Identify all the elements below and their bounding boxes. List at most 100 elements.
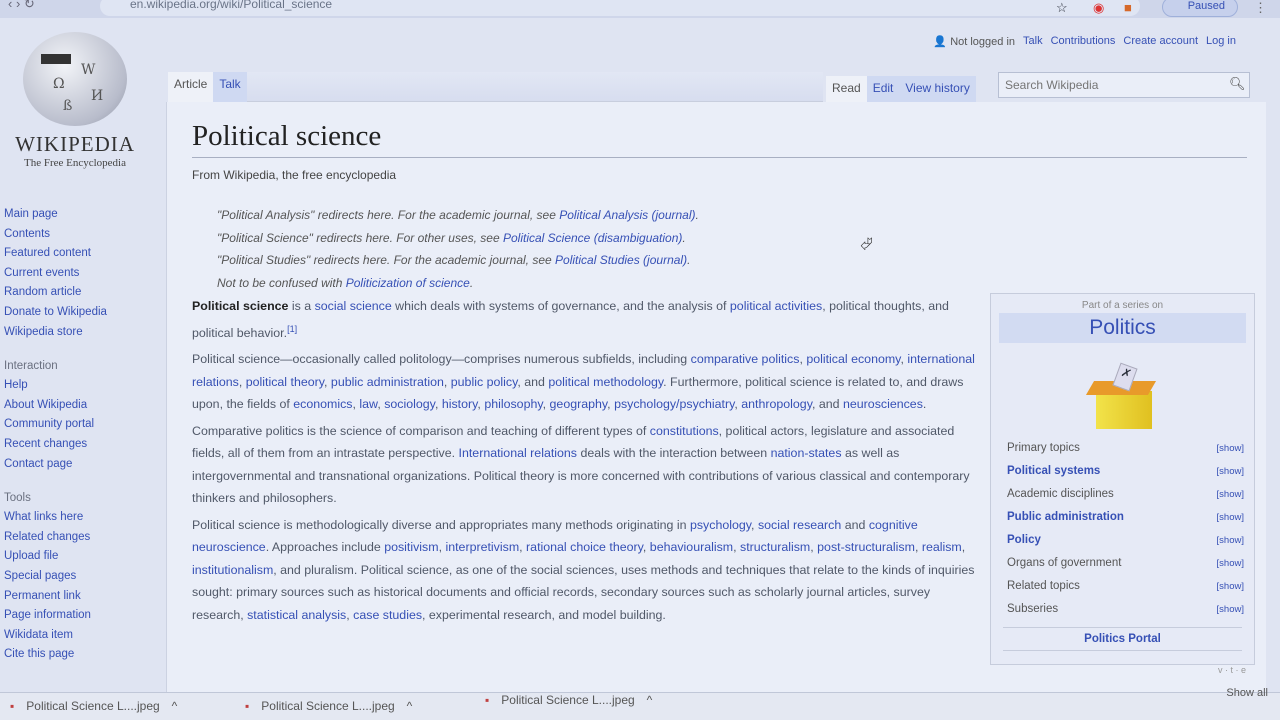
inline-link[interactable]: political theory bbox=[246, 375, 324, 389]
sidebar-item-wikipedia-store[interactable]: Wikipedia store bbox=[4, 323, 164, 343]
vte-links[interactable]: v · t · e bbox=[991, 651, 1254, 675]
sidebar-item-random-article[interactable]: Random article bbox=[4, 283, 164, 303]
sidebar-item-featured-content[interactable]: Featured content bbox=[4, 244, 164, 264]
show-toggle[interactable]: [show] bbox=[1217, 506, 1244, 529]
search-input[interactable] bbox=[998, 72, 1250, 98]
profile-button[interactable]: Paused bbox=[1162, 0, 1238, 17]
inline-link[interactable]: law bbox=[359, 397, 377, 411]
menu-icon[interactable]: ⋮ bbox=[1254, 0, 1267, 16]
chevron-up-icon[interactable]: ^ bbox=[647, 693, 653, 707]
inline-link[interactable]: Political Analysis (journal) bbox=[559, 208, 695, 222]
show-toggle[interactable]: [show] bbox=[1217, 483, 1244, 506]
pinterest-extension-icon[interactable]: ◉ bbox=[1093, 0, 1104, 16]
series-title[interactable]: Politics bbox=[999, 313, 1246, 343]
download-item[interactable]: ▪ Political Science L....jpeg ^ bbox=[245, 699, 412, 713]
sidebar-item-wikidata-item[interactable]: Wikidata item bbox=[4, 626, 164, 646]
chevron-up-icon[interactable]: ^ bbox=[172, 699, 178, 713]
show-toggle[interactable]: [show] bbox=[1217, 460, 1244, 483]
inline-link[interactable]: International relations bbox=[459, 446, 577, 460]
sidebar-item-community-portal[interactable]: Community portal bbox=[4, 415, 164, 435]
inline-link[interactable]: political methodology bbox=[548, 375, 663, 389]
inline-link[interactable]: post-structuralism bbox=[817, 540, 915, 554]
talk-link[interactable]: Talk bbox=[1023, 35, 1043, 48]
inline-link[interactable]: psychology bbox=[690, 518, 751, 532]
inline-link[interactable]: institutionalism bbox=[192, 563, 273, 577]
inline-link[interactable]: political activities bbox=[730, 299, 822, 313]
inline-link[interactable]: history bbox=[442, 397, 478, 411]
infobox-row-policy[interactable]: Policy [show] bbox=[991, 529, 1254, 552]
download-item[interactable]: ▪ Political Science L....jpeg ^ bbox=[485, 693, 652, 707]
contributions-link[interactable]: Contributions bbox=[1051, 35, 1116, 48]
row-label[interactable]: Policy bbox=[1007, 529, 1041, 552]
inline-link[interactable]: rational choice theory bbox=[526, 540, 643, 554]
inline-link[interactable]: statistical analysis bbox=[247, 608, 346, 622]
show-all-downloads-button[interactable]: Show all bbox=[1226, 687, 1268, 699]
show-toggle[interactable]: [show] bbox=[1217, 529, 1244, 552]
sidebar-item-special-pages[interactable]: Special pages bbox=[4, 567, 164, 587]
row-label[interactable]: Public administration bbox=[1007, 506, 1124, 529]
wikipedia-logo[interactable]: ΩWИß WIKIPEDIA The Free Encyclopedia bbox=[10, 32, 140, 169]
inline-link[interactable]: neurosciences bbox=[843, 397, 923, 411]
inline-link[interactable]: geography bbox=[550, 397, 608, 411]
citation-link[interactable]: [1] bbox=[287, 324, 297, 334]
chevron-up-icon[interactable]: ^ bbox=[407, 699, 413, 713]
sidebar-item-help[interactable]: Help bbox=[4, 376, 164, 396]
show-toggle[interactable]: [show] bbox=[1217, 552, 1244, 575]
sidebar-item-upload-file[interactable]: Upload file bbox=[4, 547, 164, 567]
download-item[interactable]: ▪ Political Science L....jpeg ^ bbox=[10, 699, 177, 713]
infobox-row-related-topics[interactable]: Related topics [show] bbox=[991, 575, 1254, 598]
sidebar-item-cite-this-page[interactable]: Cite this page bbox=[4, 645, 164, 665]
metamask-extension-icon[interactable]: ■ bbox=[1124, 0, 1132, 15]
sidebar-item-what-links-here[interactable]: What links here bbox=[4, 508, 164, 528]
inline-link[interactable]: economics bbox=[293, 397, 352, 411]
sidebar-item-related-changes[interactable]: Related changes bbox=[4, 528, 164, 548]
inline-link[interactable]: Political Studies (journal) bbox=[555, 253, 687, 267]
inline-link[interactable]: Political Science (disambiguation) bbox=[503, 231, 682, 245]
infobox-row-public-administration[interactable]: Public administration [show] bbox=[991, 506, 1254, 529]
inline-link[interactable]: comparative politics bbox=[691, 352, 800, 366]
create-account-link[interactable]: Create account bbox=[1123, 35, 1198, 48]
inline-link[interactable]: realism bbox=[922, 540, 962, 554]
search-icon[interactable]: 🔍︎ bbox=[1229, 76, 1246, 92]
inline-link[interactable]: interpretivism bbox=[445, 540, 519, 554]
sidebar-item-donate-to-wikipedia[interactable]: Donate to Wikipedia bbox=[4, 303, 164, 323]
tab-article[interactable]: Article bbox=[168, 72, 214, 102]
inline-link[interactable]: constitutions bbox=[650, 424, 719, 438]
sidebar-item-recent-changes[interactable]: Recent changes bbox=[4, 435, 164, 455]
infobox-row-subseries[interactable]: Subseries [show] bbox=[991, 598, 1254, 621]
sidebar-item-page-information[interactable]: Page information bbox=[4, 606, 164, 626]
inline-link[interactable]: social research bbox=[758, 518, 841, 532]
bookmark-star-icon[interactable]: ☆ bbox=[1056, 0, 1068, 16]
inline-link[interactable]: psychology/psychiatry bbox=[614, 397, 734, 411]
log-in-link[interactable]: Log in bbox=[1206, 35, 1236, 48]
inline-link[interactable]: philosophy bbox=[484, 397, 542, 411]
tab-talk[interactable]: Talk bbox=[213, 72, 247, 102]
inline-link[interactable]: social science bbox=[315, 299, 392, 313]
inline-link[interactable]: political economy bbox=[806, 352, 900, 366]
politics-portal-link[interactable]: Politics Portal bbox=[1003, 627, 1242, 651]
show-toggle[interactable]: [show] bbox=[1217, 575, 1244, 598]
inline-link[interactable]: Politicization of science bbox=[346, 276, 470, 290]
inline-link[interactable]: sociology bbox=[384, 397, 435, 411]
inline-link[interactable]: structuralism bbox=[740, 540, 810, 554]
inline-link[interactable]: public administration bbox=[331, 375, 444, 389]
show-toggle[interactable]: [show] bbox=[1217, 437, 1244, 460]
sidebar-item-contact-page[interactable]: Contact page bbox=[4, 455, 164, 475]
infobox-row-political-systems[interactable]: Political systems [show] bbox=[991, 460, 1254, 483]
row-label[interactable]: Political systems bbox=[1007, 460, 1100, 483]
infobox-row-organs-of-government[interactable]: Organs of government [show] bbox=[991, 552, 1254, 575]
infobox-row-academic-disciplines[interactable]: Academic disciplines [show] bbox=[991, 483, 1254, 506]
infobox-row-primary-topics[interactable]: Primary topics [show] bbox=[991, 437, 1254, 460]
sidebar-item-current-events[interactable]: Current events bbox=[4, 264, 164, 284]
inline-link[interactable]: anthropology bbox=[741, 397, 812, 411]
show-toggle[interactable]: [show] bbox=[1217, 598, 1244, 621]
inline-link[interactable]: positivism bbox=[384, 540, 438, 554]
sidebar-item-permanent-link[interactable]: Permanent link bbox=[4, 587, 164, 607]
reload-icon[interactable]: ‹ › ↻ bbox=[8, 0, 35, 12]
sidebar-item-contents[interactable]: Contents bbox=[4, 225, 164, 245]
inline-link[interactable]: behaviouralism bbox=[650, 540, 733, 554]
inline-link[interactable]: public policy bbox=[451, 375, 518, 389]
inline-link[interactable]: case studies bbox=[353, 608, 422, 622]
sidebar-item-main-page[interactable]: Main page bbox=[4, 205, 164, 225]
inline-link[interactable]: nation-states bbox=[771, 446, 842, 460]
